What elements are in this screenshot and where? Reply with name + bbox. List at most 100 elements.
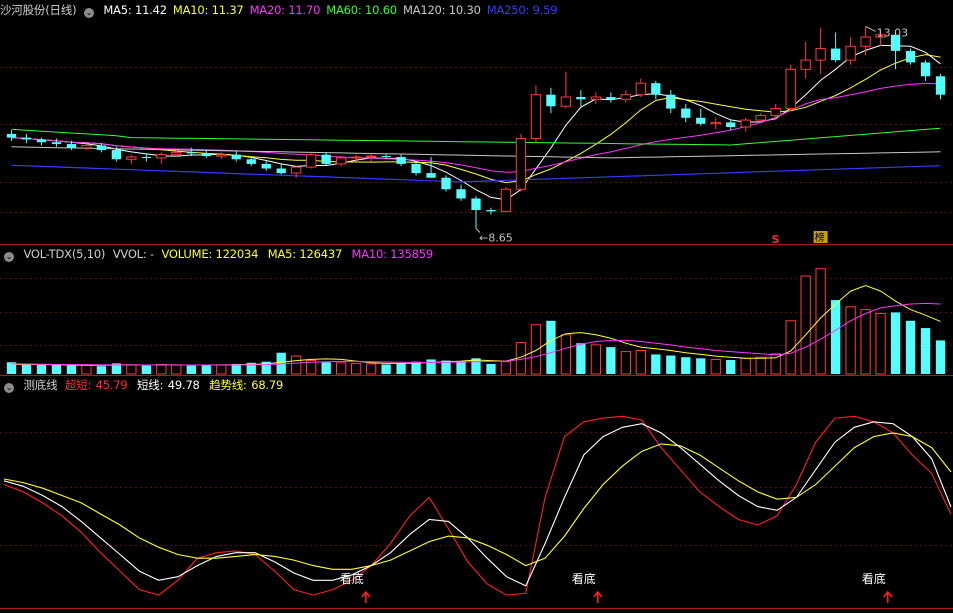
trend-value: 68.79 (251, 378, 284, 392)
super-short-value: 45.79 (95, 378, 128, 392)
candle-body (171, 151, 182, 156)
super-short-label: 超短: (64, 378, 92, 392)
high-price-label: 13.03 (877, 26, 909, 39)
volume-bar (291, 355, 302, 375)
volume-bar (350, 362, 362, 375)
candle-body (500, 188, 512, 212)
volume-ma5-value: MA5: 126437 (267, 247, 343, 261)
candle-body (486, 210, 496, 212)
ma-legend-item: MA20: 11.70 (249, 3, 321, 17)
price-legend: 沙河股份(日线) ⌄ MA5: 11.42 MA10: 11.37 MA20: 11… (0, 2, 569, 18)
candle-body (216, 154, 227, 157)
low-price-label: ←8.65 (479, 231, 513, 244)
short-line (3, 421, 952, 587)
volume-bar (500, 361, 512, 375)
volume-bar (156, 363, 167, 375)
volume-bar (456, 361, 466, 374)
volume-bar (920, 328, 931, 374)
volume-bar (216, 364, 227, 375)
candle-body (51, 142, 62, 145)
candle-body (350, 156, 362, 159)
volume-bar (96, 366, 107, 374)
ma60-line (11, 127, 941, 146)
ma-legend-item: MA60: 10.60 (326, 3, 397, 17)
candle-body (66, 144, 77, 148)
ma-legend-items: MA5: 11.42 MA10: 11.37 MA20: 11.70 MA60: 10… (103, 3, 563, 17)
candle-body (800, 59, 811, 70)
candle-body (186, 152, 196, 154)
candle-body (381, 156, 391, 158)
chevron-down-icon[interactable]: ⌄ (83, 8, 94, 18)
volume-legend: ⌄ VOL-TDX(5,10) VVOL: - VOLUME: 122034 M… (0, 246, 439, 262)
volume-ma10-value: MA10: 135859 (351, 247, 434, 261)
volume-bar (830, 300, 841, 374)
candle-body (606, 97, 616, 100)
volume-bar (321, 362, 331, 374)
candle-body (576, 97, 586, 100)
volume-bar (530, 324, 542, 375)
volume-indicator-name[interactable]: VOL-TDX(5,10) (23, 247, 105, 261)
candle-body (920, 62, 931, 77)
volume-bar (426, 359, 436, 374)
volume-bar (651, 354, 661, 374)
candle-body (710, 121, 721, 125)
volume-bar (21, 363, 32, 374)
candle-body (291, 166, 302, 174)
candle-body (785, 68, 796, 110)
candle-body (935, 76, 946, 95)
volume-bar (335, 362, 347, 375)
volume-bar (486, 363, 496, 374)
volume-value: VOLUME: 122034 (161, 247, 259, 261)
volume-bar (681, 357, 691, 374)
candle-body (590, 96, 602, 100)
bang-marker: 榜 (815, 231, 825, 244)
candle-body (651, 83, 661, 95)
candle-body (36, 139, 47, 143)
candle-body (830, 48, 841, 61)
volume-bar (606, 347, 616, 374)
volume-bar (365, 363, 377, 375)
volume-bar (546, 320, 556, 374)
volume-bar (710, 358, 721, 375)
volume-bar (126, 364, 137, 375)
candle-body (560, 96, 572, 107)
volume-bar (905, 320, 916, 374)
volume-bar (726, 360, 736, 374)
candle-body (396, 156, 406, 164)
candle-body (276, 168, 286, 174)
candle-body (456, 189, 466, 199)
candle-body (620, 94, 631, 100)
volume-bar (800, 275, 811, 375)
candle-body (815, 48, 826, 61)
volume-bar (66, 365, 77, 374)
volume-bar (36, 365, 47, 374)
vvol-value: VVOL: - (112, 247, 154, 261)
volume-bar (755, 356, 766, 375)
candle-body (81, 144, 92, 149)
bottom-signal-label: 看底 (572, 571, 596, 586)
candle-body (96, 145, 107, 151)
ma-legend-item: MA120: 10.30 (402, 3, 481, 17)
signal-s-marker: S (772, 233, 780, 246)
candle-body (681, 108, 691, 118)
candle-body (365, 155, 377, 158)
candle-body (156, 154, 167, 159)
candle-body (126, 156, 137, 160)
volume-bar (141, 365, 151, 374)
indicator-name[interactable]: 测底线 (23, 378, 57, 392)
volume-bar (381, 364, 391, 374)
volume-bar (860, 309, 871, 375)
candle-body (21, 137, 32, 140)
candle-body (755, 114, 766, 121)
candle-body (726, 122, 736, 127)
ma-legend-item: MA5: 11.42 (103, 3, 167, 17)
chevron-down-icon[interactable]: ⌄ (4, 252, 14, 262)
candle-body (201, 153, 211, 157)
ma-legend-item: MA250: 9.59 (486, 3, 558, 17)
volume-bar (186, 365, 196, 374)
candle-body (770, 108, 781, 116)
chevron-down-icon[interactable]: ⌄ (4, 383, 14, 393)
candle-body (306, 154, 317, 168)
up-arrow-icon (883, 590, 893, 603)
candle-body (530, 94, 542, 140)
